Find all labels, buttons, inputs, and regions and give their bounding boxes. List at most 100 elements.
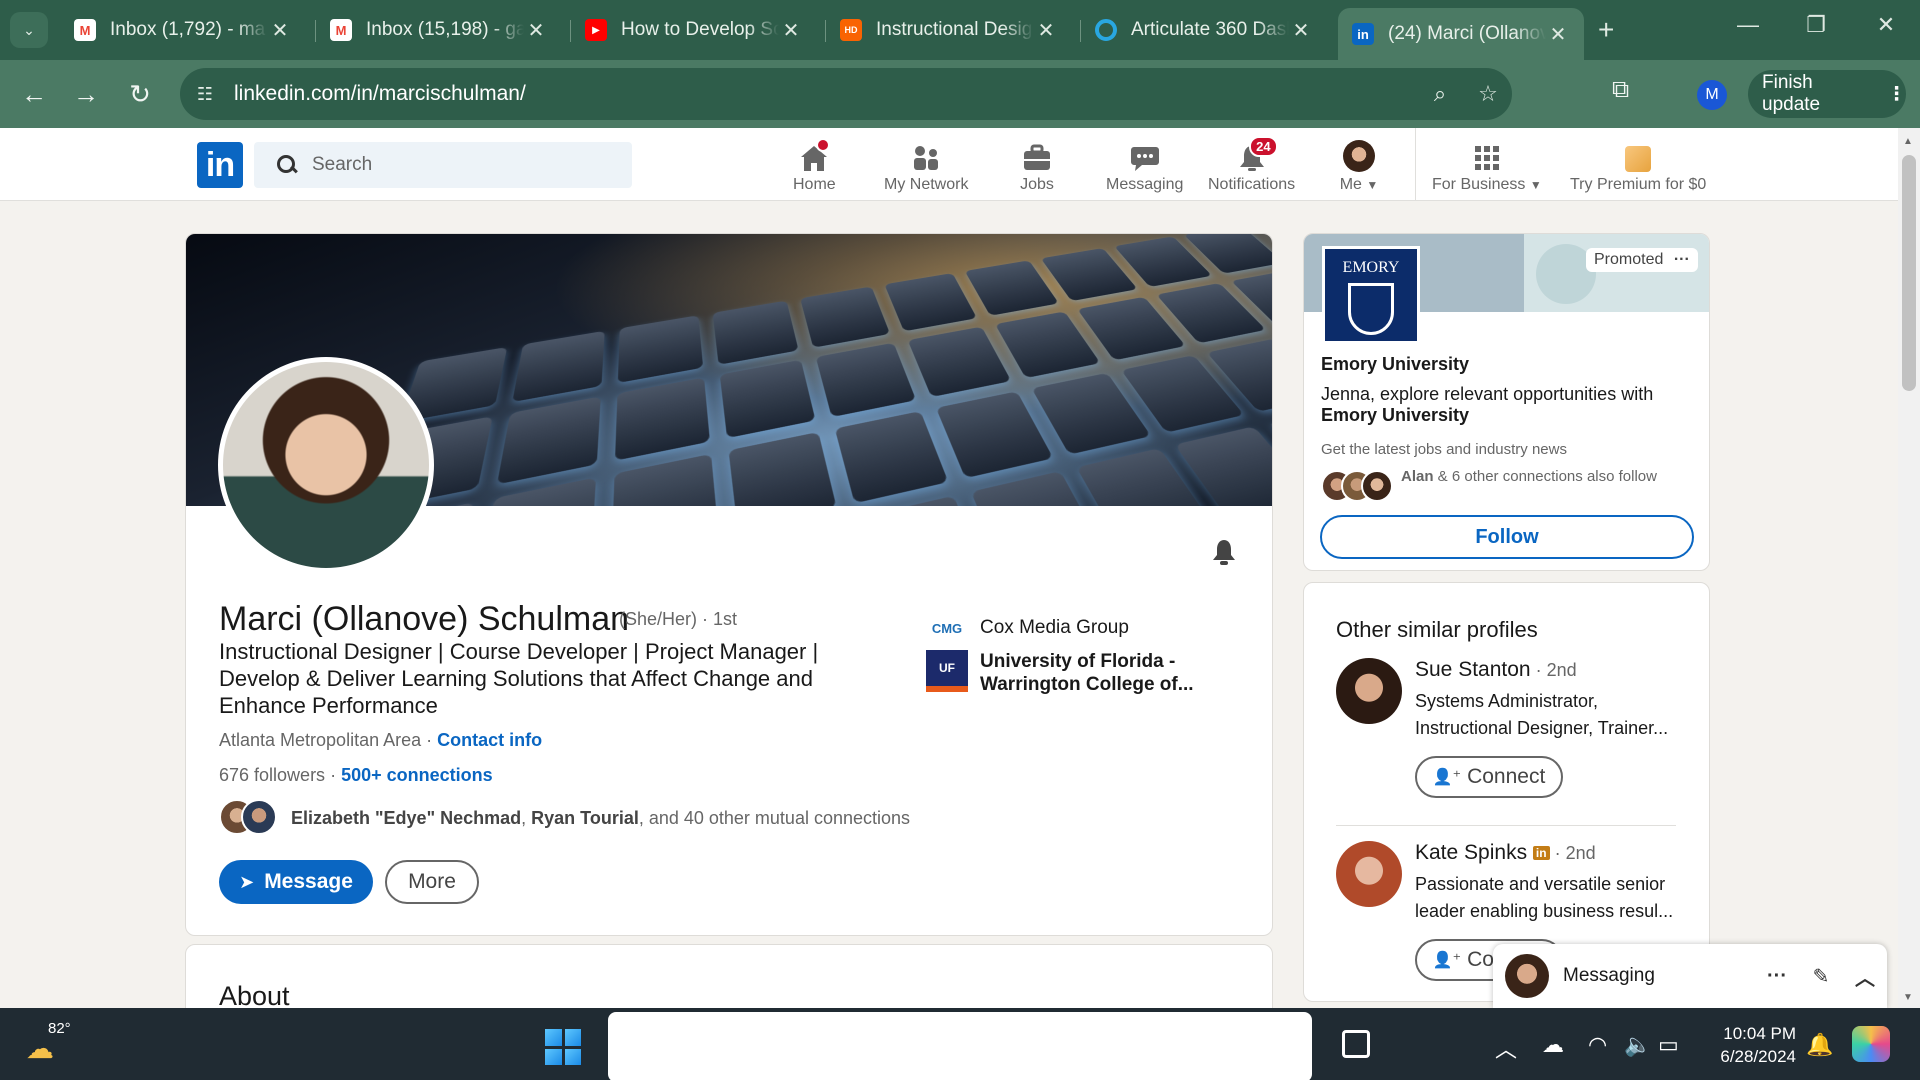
ad-body-prefix: Jenna, explore relevant opportunities wi… — [1321, 384, 1654, 404]
site-info-icon[interactable]: ☷ — [180, 84, 230, 105]
scroll-down-icon[interactable]: ▼ — [1903, 992, 1913, 1003]
back-icon[interactable]: ← — [14, 74, 54, 114]
nav-messaging[interactable]: Messaging — [1106, 136, 1183, 194]
system-clock[interactable]: 10:04 PM 6/28/2024 — [1712, 1022, 1796, 1068]
weather-widget[interactable]: ☁ 82° — [26, 1020, 74, 1066]
bookmark-star-icon[interactable]: ☆ — [1464, 81, 1512, 107]
scrollbar-thumb[interactable] — [1902, 155, 1916, 391]
scroll-up-icon[interactable]: ▲ — [1903, 136, 1913, 147]
avatar[interactable] — [1336, 841, 1402, 907]
battery-icon[interactable]: ▭ — [1658, 1032, 1679, 1058]
close-tab-icon[interactable]: ✕ — [268, 18, 292, 43]
extensions-icon[interactable]: ⧉ — [1612, 76, 1629, 104]
browser-tab[interactable]: M Inbox (15,198) - ga ✕ — [316, 8, 562, 52]
notification-center-icon[interactable]: 🔔 — [1806, 1032, 1833, 1058]
location-separator: · — [421, 730, 438, 750]
notification-count-badge: 24 — [1249, 136, 1278, 157]
volume-icon[interactable]: 🔈 — [1624, 1032, 1651, 1058]
messaging-label: Messaging — [1563, 965, 1655, 986]
browser-tab[interactable]: HD Instructional Desig ✕ — [826, 8, 1072, 52]
browser-profile-avatar[interactable]: M — [1697, 80, 1727, 110]
more-button[interactable]: More — [385, 860, 479, 904]
tab-title: Articulate 360 Dash — [1131, 19, 1289, 40]
nav-me[interactable]: Me ▼ — [1339, 136, 1379, 194]
search-input[interactable]: Search — [254, 142, 632, 188]
taskbar-search-box[interactable] — [608, 1012, 1312, 1080]
education-item[interactable]: UF University of Florida - Warrington Co… — [926, 650, 1200, 696]
profile-photo[interactable] — [218, 357, 434, 573]
promoted-label: Promoted — [1594, 251, 1664, 268]
similar-profile-name-line[interactable]: Sue Stanton · 2nd — [1415, 658, 1577, 682]
similar-profile-name-line[interactable]: Kate Spinks in · 2nd — [1415, 841, 1596, 865]
nav-label: My Network — [884, 176, 969, 193]
new-tab-icon[interactable]: + — [1598, 14, 1614, 46]
emory-logo[interactable]: EMORY — [1322, 246, 1420, 344]
snipping-tool-icon[interactable] — [1338, 1026, 1374, 1062]
finish-update-button[interactable]: Finish update ⋮ — [1748, 70, 1906, 118]
close-tab-icon[interactable]: ✕ — [1034, 18, 1058, 43]
close-tab-icon[interactable]: ✕ — [524, 18, 548, 43]
notify-bell-icon[interactable] — [1209, 537, 1239, 567]
browser-tab[interactable]: ▶ How to Develop Sc ✕ — [571, 8, 817, 52]
profile-name: Marci (Ollanove) Schulman — [219, 600, 630, 638]
nav-my-network[interactable]: My Network — [884, 136, 968, 194]
uf-logo: UF — [926, 650, 968, 692]
more-horizontal-icon[interactable]: ··· — [1755, 965, 1799, 988]
promoted-badge[interactable]: Promoted ··· — [1586, 248, 1698, 272]
page-scrollbar[interactable]: ▲ ▼ — [1898, 128, 1920, 1008]
avatar[interactable] — [1336, 658, 1402, 724]
message-button[interactable]: ➤ Message — [219, 860, 373, 904]
url-text[interactable]: linkedin.com/in/marcischulman/ — [230, 82, 1416, 106]
minimize-icon[interactable]: — — [1720, 12, 1776, 38]
browser-tab-active[interactable]: in (24) Marci (Ollanov ✕ — [1338, 8, 1584, 60]
nav-label: Jobs — [1020, 176, 1054, 193]
close-tab-icon[interactable]: ✕ — [779, 18, 803, 43]
restore-icon[interactable]: ❐ — [1788, 12, 1844, 38]
connect-button[interactable]: 👤⁺ Connect — [1415, 756, 1563, 798]
experience-item[interactable]: CMG Cox Media Group — [926, 607, 1129, 649]
close-tab-icon[interactable]: ✕ — [1289, 18, 1313, 43]
close-window-icon[interactable]: ✕ — [1858, 12, 1914, 38]
nav-home[interactable]: Home — [793, 136, 836, 194]
tab-title: Inbox (15,198) - ga — [366, 19, 524, 40]
zoom-icon[interactable]: ⌕ — [1416, 81, 1464, 107]
browser-tab[interactable]: M Inbox (1,792) - ma ✕ — [60, 8, 306, 52]
wifi-icon[interactable]: ◠ — [1588, 1032, 1607, 1058]
tab-search-button[interactable]: ⌄ — [10, 12, 48, 48]
address-bar[interactable]: ☷ linkedin.com/in/marcischulman/ ⌕ ☆ — [180, 68, 1512, 120]
gmail-icon: M — [74, 19, 96, 41]
linkedin-logo[interactable]: in — [197, 142, 243, 188]
onedrive-icon[interactable]: ☁ — [1542, 1032, 1564, 1058]
clock-time: 10:04 PM — [1723, 1024, 1796, 1043]
windows-start-icon[interactable] — [545, 1029, 581, 1065]
mutual-connections[interactable]: Elizabeth "Edye" Nechmad, Ryan Tourial, … — [219, 799, 910, 837]
copilot-icon[interactable] — [1852, 1026, 1890, 1062]
nav-jobs[interactable]: Jobs — [1017, 136, 1057, 194]
more-vertical-icon: ⋮ — [1887, 83, 1906, 105]
nav-for-business[interactable]: For Business ▼ — [1432, 136, 1542, 194]
forward-icon[interactable]: → — [66, 74, 106, 114]
reload-icon[interactable]: ↻ — [120, 74, 160, 114]
browser-tab[interactable]: Articulate 360 Dash ✕ — [1081, 8, 1327, 52]
ad-follower-rest: & 6 other connections also follow — [1433, 468, 1657, 485]
cmg-logo: CMG — [931, 620, 963, 636]
chevron-up-icon[interactable]: ︿ — [1843, 962, 1887, 991]
messaging-overlay-bar[interactable]: Messaging ··· ✎ ︿ — [1493, 944, 1887, 1008]
nav-try-premium[interactable]: Try Premium for $0 — [1570, 136, 1706, 194]
ad-org-name[interactable]: Emory University — [1321, 354, 1469, 375]
mutual-text: Elizabeth "Edye" Nechmad, Ryan Tourial, … — [291, 808, 910, 829]
profile-location: Atlanta Metropolitan Area — [219, 730, 422, 750]
send-icon: ➤ — [239, 871, 255, 892]
similar-profiles-heading: Other similar profiles — [1336, 617, 1538, 642]
tray-overflow-chevron-icon[interactable]: ︿ — [1495, 1032, 1517, 1064]
mutual-separator: , — [521, 807, 532, 828]
mutual-name: Ryan Tourial — [531, 807, 639, 828]
follow-button[interactable]: Follow — [1320, 515, 1694, 559]
avatar — [1361, 470, 1393, 502]
connections-link[interactable]: 500+ connections — [341, 765, 493, 785]
followers-count: 676 followers — [219, 765, 326, 785]
nav-notifications[interactable]: 24 Notifications — [1208, 136, 1295, 194]
contact-info-link[interactable]: Contact info — [437, 730, 542, 750]
compose-icon[interactable]: ✎ — [1799, 964, 1843, 989]
close-tab-icon[interactable]: ✕ — [1546, 22, 1570, 47]
